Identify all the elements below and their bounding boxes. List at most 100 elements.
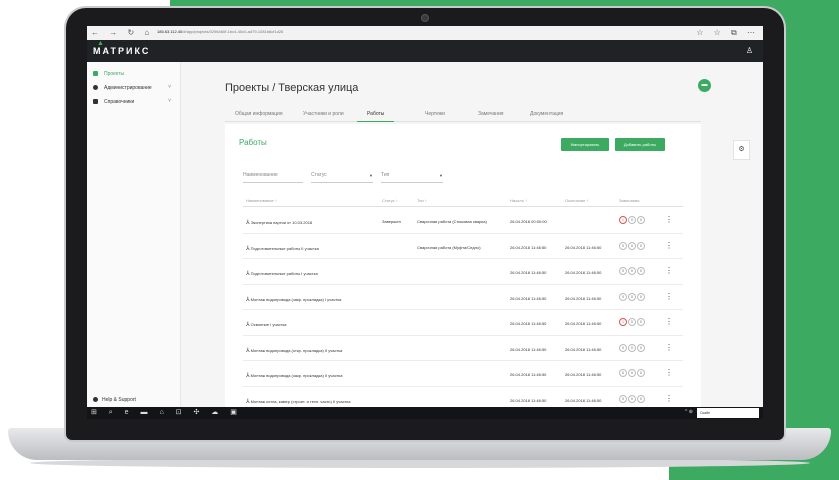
row-name[interactable]: ⅄Монтаж котла, камер (строит. и техн. ча…: [246, 398, 350, 405]
add-works-button[interactable]: Добавить работы: [615, 138, 665, 151]
table-row[interactable]: ⅄Освоение I участка 26.04.2018 11:46:50 26…: [243, 310, 683, 336]
remark-count-badge[interactable]: 0: [637, 394, 645, 403]
browser-action-icons[interactable]: ☆ ☆ ⧉ ⋯: [696, 28, 759, 38]
status-filter-select[interactable]: Статус ▼: [311, 172, 373, 183]
sidebar-item-label: Проекты: [104, 71, 125, 77]
remark-count-badge[interactable]: 0: [628, 369, 636, 377]
app-header: ▲ МАТРИКС ♙: [87, 40, 763, 62]
remark-count-badge[interactable]: 0: [628, 318, 636, 326]
remark-count-badge[interactable]: 0: [637, 318, 645, 326]
remark-count-badge[interactable]: 0: [637, 369, 645, 377]
table-row[interactable]: ⅄Монтаж водопровода (откр. прокладка) II…: [243, 336, 683, 361]
user-icon[interactable]: ♙: [746, 46, 753, 55]
more-vert-icon[interactable]: ⋮: [665, 266, 673, 275]
row-name[interactable]: ⅄Подготовительные работы II участка: [246, 245, 319, 252]
remark-count-badge[interactable]: 1: [619, 216, 627, 224]
hierarchy-icon: ⅄: [246, 296, 250, 303]
row-name[interactable]: ⅄Экспертиза партии от 10.03.2018: [246, 219, 312, 226]
address-bar[interactable]: 185.63.112.40/#/app/projects/0296460f-1b…: [157, 29, 283, 34]
table-body: ⅄Экспертиза партии от 10.03.2018 Завершен…: [243, 208, 683, 412]
tab-drawings[interactable]: Чертежи: [425, 111, 445, 117]
table-row[interactable]: ⅄Подготовительные работы II участка Сваро…: [243, 234, 683, 259]
sidebar-item-references[interactable]: Справочники ˅: [93, 98, 177, 107]
row-remarks: 000: [619, 369, 646, 377]
type-filter-select[interactable]: Тип ▼: [381, 172, 443, 183]
table-row[interactable]: ⅄Монтаж водопровода (закр. прокладка) I …: [243, 285, 683, 310]
more-vert-icon[interactable]: ⋮: [665, 317, 673, 326]
row-name-text: Монтаж водопровода (откр. прокладка) II …: [250, 347, 343, 353]
table-header: Наименование ↑ Статус ↑ Тип ↑ Начало ↑ О…: [243, 196, 683, 207]
remark-count-badge[interactable]: 0: [619, 267, 627, 275]
table-row[interactable]: ⅄Подготовительные работы I участка 26.04.…: [243, 259, 683, 285]
filter-bar: Наименование Статус ▼ Тип ▼: [243, 172, 683, 186]
browser-toolbar: ← → ↻ ⌂ 185.63.112.40/#/app/projects/029…: [87, 26, 763, 41]
sidebar-item-projects[interactable]: Проекты: [93, 71, 177, 79]
remark-count-badge[interactable]: 1: [619, 318, 627, 326]
col-start[interactable]: Начало ↑: [510, 198, 527, 203]
remark-count-badge[interactable]: 0: [628, 267, 636, 275]
remark-count-badge[interactable]: 0: [637, 292, 645, 301]
remark-count-badge[interactable]: 0: [619, 394, 627, 403]
more-vert-icon[interactable]: ⋮: [665, 241, 673, 250]
row-name[interactable]: ⅄Освоение I участка: [246, 321, 287, 328]
name-filter-input[interactable]: Наименование: [243, 172, 303, 183]
row-name[interactable]: ⅄Монтаж водопровода (закр. прокладка) I …: [246, 296, 341, 303]
row-name[interactable]: ⅄Монтаж водопровода (откр. прокладка) II…: [246, 347, 342, 354]
col-name[interactable]: Наименование ↑: [246, 198, 277, 203]
remark-count-badge[interactable]: 0: [637, 267, 645, 275]
type-filter-label: Тип: [381, 172, 390, 178]
sidebar-item-administration[interactable]: Администрирование ˅: [93, 84, 177, 93]
notification-toast[interactable]: Скайп: [697, 408, 759, 418]
row-name[interactable]: ⅄Подготовительные работы I участка: [246, 270, 318, 277]
remark-count-badge[interactable]: 0: [637, 241, 645, 250]
app-logo[interactable]: ▲ МАТРИКС: [93, 40, 150, 56]
more-vert-icon[interactable]: ⋮: [665, 292, 673, 301]
settings-gear-button[interactable]: ⚙: [733, 140, 750, 160]
row-start: 26.04.2018 11:46:50: [510, 244, 547, 250]
browser-nav-icons[interactable]: ← → ↻ ⌂: [91, 28, 153, 37]
tab-participants[interactable]: Участники и роли: [303, 111, 344, 117]
hierarchy-icon: ⅄: [246, 245, 250, 252]
more-vert-icon[interactable]: ⋮: [665, 343, 673, 352]
book-icon: [93, 99, 98, 104]
help-support-link[interactable]: Help & Support: [93, 397, 136, 403]
remark-count-badge[interactable]: 0: [619, 292, 627, 301]
col-end[interactable]: Окончание ↑: [565, 198, 588, 203]
remark-count-badge[interactable]: 0: [619, 241, 627, 250]
row-name-text: Освоение I участка: [250, 322, 287, 327]
remark-count-badge[interactable]: 0: [628, 394, 636, 403]
more-vert-icon[interactable]: ⋮: [665, 215, 673, 224]
tab-remarks[interactable]: Замечания: [478, 111, 504, 117]
remark-count-badge[interactable]: 0: [628, 216, 636, 224]
row-remarks: 000: [619, 292, 646, 301]
remark-count-badge[interactable]: 0: [619, 343, 627, 352]
row-start: 26.04.2018 11:46:50: [510, 397, 547, 403]
row-end: 26.04.2018 11:46:50: [565, 397, 602, 403]
table-row[interactable]: ⅄Экспертиза партии от 10.03.2018 Завершен…: [243, 208, 683, 234]
tab-works[interactable]: Работы: [357, 111, 395, 122]
tab-documentation[interactable]: Документация: [530, 111, 563, 117]
more-vert-icon[interactable]: ⋮: [665, 394, 673, 403]
remark-count-badge[interactable]: 0: [628, 292, 636, 301]
tab-general-info[interactable]: Общая информация: [235, 111, 283, 117]
remark-count-badge[interactable]: 0: [619, 369, 627, 377]
chat-button[interactable]: ▬: [698, 79, 711, 92]
url-host: 185.63.112.40: [157, 29, 183, 34]
gear-icon: [93, 85, 98, 90]
remark-count-badge[interactable]: 0: [628, 241, 636, 250]
hierarchy-icon: ⅄: [246, 271, 250, 277]
chat-icon: ▬: [701, 82, 708, 88]
system-tray[interactable]: ^ ⊕: [685, 409, 693, 415]
col-status[interactable]: Статус ↑: [382, 198, 398, 203]
remark-count-badge[interactable]: 0: [637, 343, 645, 352]
row-name[interactable]: ⅄Монтаж водопровода (закр. прокладка) II…: [246, 372, 343, 379]
row-start: 26.04.2018 11:46:50: [510, 372, 547, 377]
col-type[interactable]: Тип ↑: [417, 198, 427, 203]
remark-count-badge[interactable]: 0: [637, 216, 645, 224]
taskbar-icons[interactable]: ⊞ ⌕ e ▬ ⌂ ⊡ ✣ ☁ ▣: [91, 408, 242, 417]
more-vert-icon[interactable]: ⋮: [665, 368, 673, 377]
import-button[interactable]: Импортировать: [561, 138, 609, 151]
name-filter-placeholder: Наименование: [243, 172, 278, 178]
table-row[interactable]: ⅄Монтаж водопровода (закр. прокладка) II…: [243, 361, 683, 387]
remark-count-badge[interactable]: 0: [628, 343, 636, 352]
